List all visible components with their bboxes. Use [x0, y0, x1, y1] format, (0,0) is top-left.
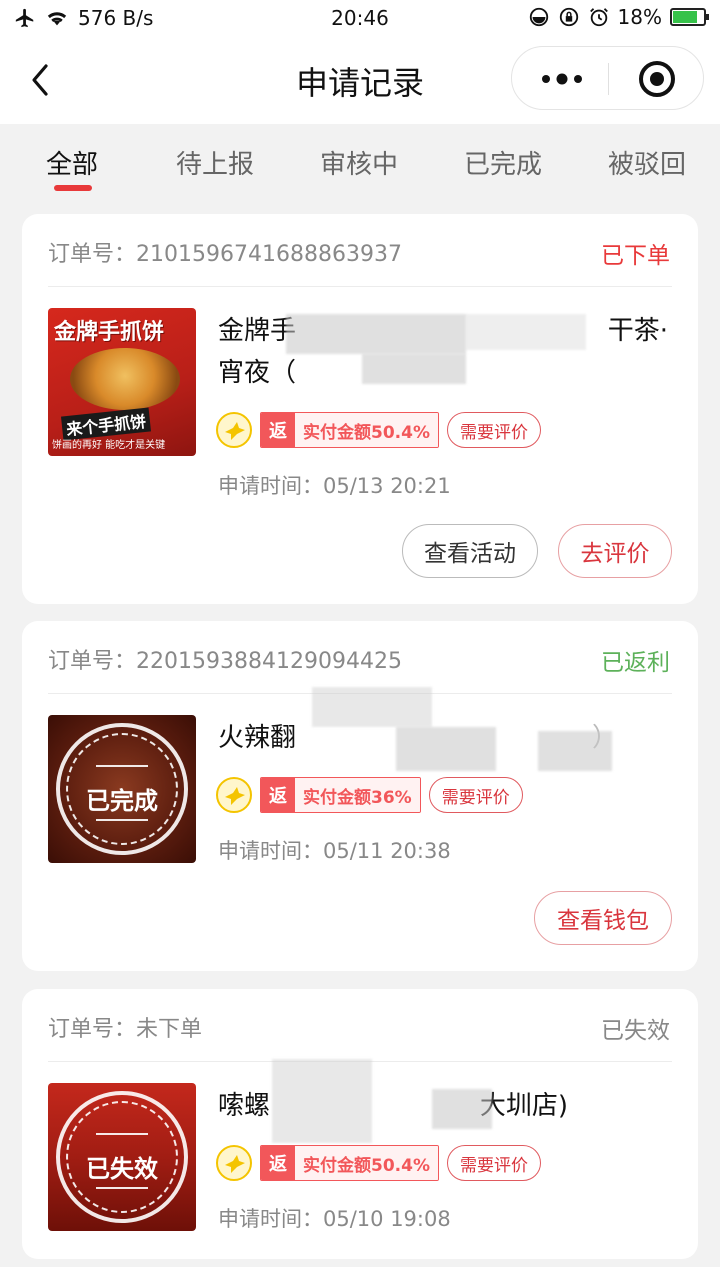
active-tab-indicator [54, 185, 92, 191]
shop-thumbnail[interactable]: 已完成 [48, 715, 196, 863]
redaction-blur [362, 354, 466, 384]
rebate-badge: 返 实付金额50.4% [260, 1145, 439, 1181]
order-number: 订单号：2101596741688863937 [48, 242, 402, 267]
apply-time: 申请时间：05/11 20:38 [218, 839, 451, 863]
view-activity-button[interactable]: 查看活动 [402, 524, 538, 578]
shop-thumbnail[interactable]: 金牌手抓饼 来个手抓饼 饼画的再好 能吃才是关键 [48, 308, 196, 456]
battery-icon [670, 8, 709, 26]
order-number: 订单号：2201593884129094425 [48, 649, 402, 674]
rebate-badge: 返 实付金额36% [260, 777, 421, 813]
alarm-icon [589, 8, 608, 27]
rebate-amount: 实付金额50.4% [295, 1146, 438, 1180]
review-required-tag: 需要评价 [446, 412, 541, 448]
eye-comfort-icon [529, 7, 548, 27]
rebate-prefix: 返 [261, 778, 295, 812]
redaction-blur [538, 731, 612, 771]
status-bar: 576 B/s 20:46 18% [0, 0, 720, 38]
shop-name-line1: 火辣翻 [218, 723, 297, 753]
food-image [70, 348, 180, 410]
redaction-blur [432, 1089, 492, 1129]
shop-name-line1-end: 干茶· [607, 316, 668, 346]
stamp-text: 已失效 [86, 1155, 158, 1183]
apply-time: 申请时间：05/13 20:21 [218, 474, 451, 498]
rebate-amount: 实付金额50.4% [295, 413, 438, 447]
redaction-blur [272, 1059, 372, 1143]
shop-name-line1-end: 大圳店) [479, 1091, 568, 1121]
divider [48, 286, 672, 287]
completed-stamp: 已完成 [56, 723, 188, 855]
thumb-banner: 金牌手抓饼 [54, 320, 165, 345]
mini-program-capsule [511, 46, 704, 110]
redaction-blur [286, 314, 466, 354]
deer-logo-icon [216, 412, 252, 448]
view-wallet-button[interactable]: 查看钱包 [534, 891, 672, 945]
redaction-blur [466, 314, 586, 350]
navigation-bar: 申请记录 [0, 38, 720, 124]
shop-thumbnail[interactable]: 已失效 [48, 1083, 196, 1231]
redaction-blur [312, 687, 432, 727]
order-card: 订单号：2101596741688863937 已下单 金牌手抓饼 来个手抓饼 … [22, 214, 698, 604]
battery-percent: 18% [617, 5, 662, 29]
rebate-amount: 实付金额36% [295, 778, 420, 812]
tab-pending-report[interactable]: 待上报 [176, 144, 254, 181]
tab-all[interactable]: 全部 [46, 144, 98, 181]
order-status: 已下单 [601, 243, 670, 269]
tab-completed[interactable]: 已完成 [464, 144, 542, 181]
stamp-text: 已完成 [86, 787, 158, 815]
more-icon[interactable] [532, 61, 592, 97]
order-status: 已失效 [601, 1018, 670, 1044]
thumb-footer: 饼画的再好 能吃才是关键 [52, 440, 166, 451]
close-mini-program-icon[interactable] [624, 57, 688, 101]
shop-name-line1: 金牌手 [218, 316, 297, 346]
order-number: 订单号：未下单 [48, 1017, 203, 1042]
rebate-prefix: 返 [261, 413, 295, 447]
order-status: 已返利 [601, 650, 670, 676]
tab-rejected[interactable]: 被驳回 [608, 144, 686, 181]
capsule-divider [608, 63, 609, 95]
review-required-tag: 需要评价 [428, 777, 523, 813]
order-card: 订单号：未下单 已失效 已失效 嗦螺 大圳店) 返 实付金额50.4% 需要评价… [22, 989, 698, 1259]
redaction-blur [396, 727, 496, 771]
apply-time: 申请时间：05/10 19:08 [218, 1207, 451, 1231]
review-required-tag: 需要评价 [446, 1145, 541, 1181]
rotation-lock-icon [559, 7, 578, 27]
rebate-prefix: 返 [261, 1146, 295, 1180]
shop-name-line1: 嗦螺 [218, 1091, 271, 1121]
tab-under-review[interactable]: 审核中 [320, 144, 398, 181]
filter-tabs: 全部 待上报 审核中 已完成 被驳回 [0, 124, 720, 202]
order-card: 订单号：2201593884129094425 已返利 已完成 火辣翻 ） 返 … [22, 621, 698, 971]
rebate-badge: 返 实付金额50.4% [260, 412, 439, 448]
go-review-button[interactable]: 去评价 [558, 524, 672, 578]
deer-logo-icon [216, 777, 252, 813]
expired-stamp: 已失效 [56, 1091, 188, 1223]
deer-logo-icon [216, 1145, 252, 1181]
